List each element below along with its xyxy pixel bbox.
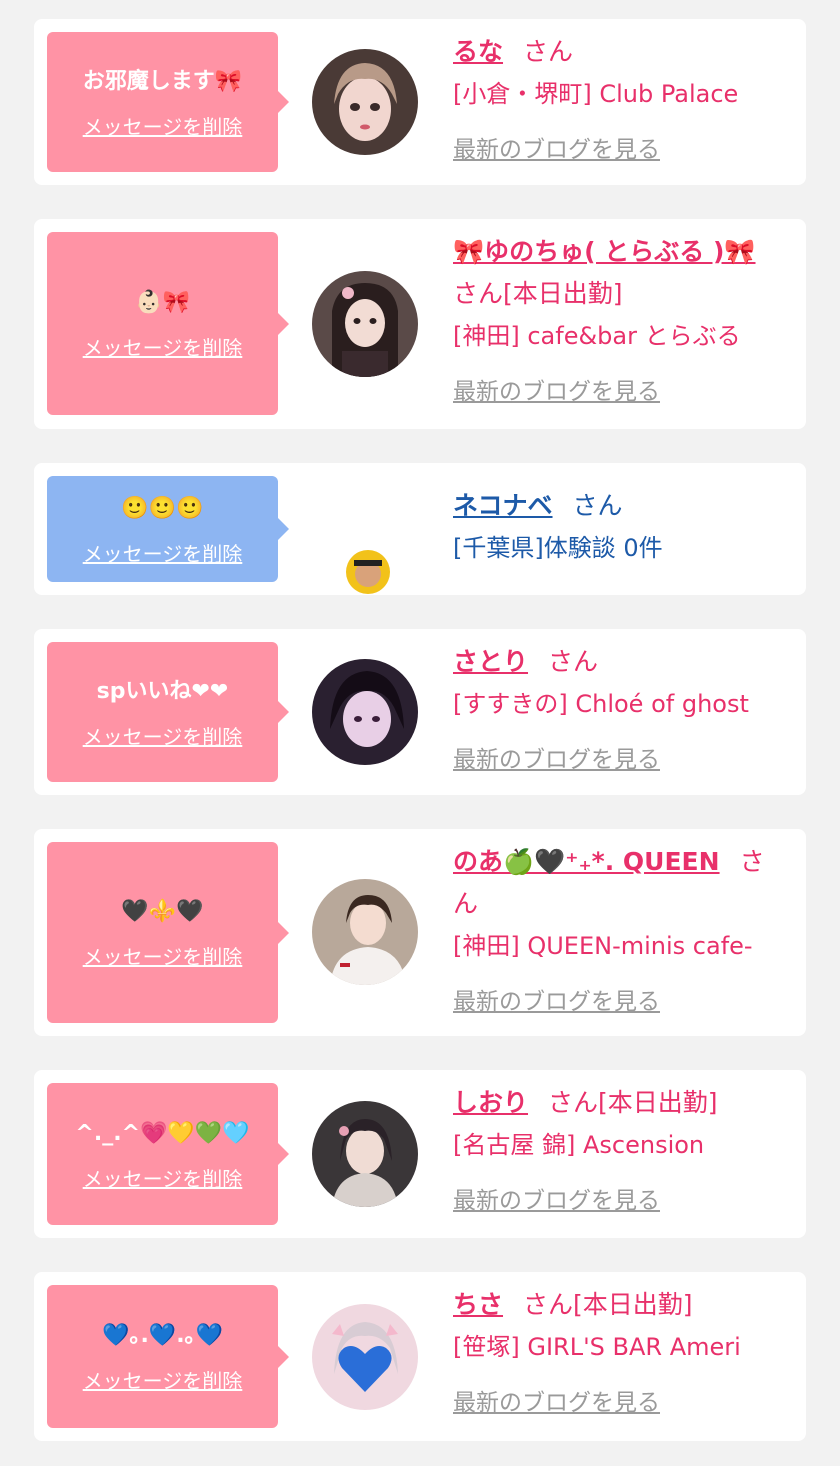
delete-message-link[interactable]: メッセージを削除 — [83, 941, 243, 970]
message-card: 💙｡.💙.｡💙 メッセージを削除 ちさ さん[本日出勤] [笹塚] GIRL'S … — [34, 1272, 806, 1441]
avatar-photo — [312, 659, 418, 765]
message-card: 🙂🙂🙂 メッセージを削除 ネコナベ さん [千葉県]体験談 0件 — [34, 463, 806, 595]
message-bubble: お邪魔します🎀 メッセージを削除 — [47, 32, 289, 172]
profile-name-link[interactable]: るな — [453, 37, 503, 66]
message-bubble: 🖤⚜️🖤 メッセージを削除 — [47, 842, 289, 1023]
profile-info: さとり さん [すすきの] Chloé of ghost 最新のブログを見る — [453, 641, 782, 781]
avatar-photo — [312, 271, 418, 377]
delete-message-link[interactable]: メッセージを削除 — [83, 111, 243, 140]
message-text: spいいね❤❤ — [96, 678, 229, 704]
status-badge: [本日出勤] — [598, 1088, 718, 1117]
profile-name-link[interactable]: 🎀ゆのちゅ( とらぶる )🎀 — [453, 237, 756, 266]
name-line: ネコナベ さん — [453, 485, 782, 527]
avatar-photo — [312, 1304, 418, 1410]
avatar-photo — [312, 879, 418, 985]
avatar[interactable] — [312, 49, 418, 155]
shop-info: [千葉県]体験談 0件 — [453, 534, 663, 562]
profile-info: のあ🍏🖤⁺₊*. QUEEN さん [神田] QUEEN-minis cafe- … — [453, 841, 782, 1023]
honorific: さん — [523, 37, 574, 66]
latest-blog-link[interactable]: 最新のブログを見る — [453, 371, 660, 413]
message-text: 💙｡.💙.｡💙 — [102, 1323, 223, 1348]
message-text: 🖤⚜️🖤 — [121, 899, 204, 924]
name-line: しおり さん[本日出勤] — [453, 1082, 782, 1124]
avatar[interactable] — [312, 1304, 418, 1410]
shop-info: [笹塚] GIRL'S BAR Ameri — [453, 1333, 741, 1361]
avatar[interactable] — [312, 271, 418, 377]
avatar[interactable] — [312, 879, 418, 985]
profile-info: るな さん [小倉・堺町] Club Palace 最新のブログを見る — [453, 31, 782, 171]
delete-message-link[interactable]: メッセージを削除 — [83, 538, 243, 567]
message-text: お邪魔します🎀 — [82, 68, 243, 94]
profile-info: 🎀ゆのちゅ( とらぶる )🎀 さん[本日出勤] [神田] cafe&bar とらぶ… — [453, 231, 782, 413]
honorific: さん — [453, 279, 504, 308]
message-text: 👶🏻🎀 — [135, 290, 190, 315]
name-line: るな さん — [453, 31, 782, 73]
message-card: spいいね❤❤ メッセージを削除 さとり さん [すすきの] Chloé of g… — [34, 629, 806, 795]
message-bubble: 👶🏻🎀 メッセージを削除 — [47, 232, 289, 415]
message-bubble: 💙｡.💙.｡💙 メッセージを削除 — [47, 1285, 289, 1428]
avatar-photo — [312, 1101, 418, 1207]
avatar[interactable] — [346, 550, 390, 594]
message-text: 🙂🙂🙂 — [121, 495, 204, 521]
avatar-photo — [346, 550, 390, 594]
latest-blog-link[interactable]: 最新のブログを見る — [453, 1180, 660, 1222]
honorific: さん — [572, 491, 623, 520]
honorific: さん — [548, 1088, 599, 1117]
profile-name-link[interactable]: さとり — [453, 647, 528, 676]
delete-message-link[interactable]: メッセージを削除 — [83, 721, 243, 750]
honorific: さん — [548, 647, 599, 676]
avatar[interactable] — [312, 1101, 418, 1207]
profile-info: しおり さん[本日出勤] [名古屋 錦] Ascension 最新のブログを見る — [453, 1082, 782, 1222]
status-badge: [本日出勤] — [503, 279, 623, 308]
name-line: のあ🍏🖤⁺₊*. QUEEN さん — [453, 841, 782, 925]
message-text: ^._.^💗💛💚🩵 — [75, 1120, 250, 1146]
latest-blog-link[interactable]: 最新のブログを見る — [453, 981, 660, 1023]
honorific: さん — [523, 1290, 574, 1319]
latest-blog-link[interactable]: 最新のブログを見る — [453, 129, 660, 171]
avatar[interactable] — [312, 659, 418, 765]
shop-info: [神田] cafe&bar とらぶる — [453, 322, 741, 350]
message-bubble: spいいね❤❤ メッセージを削除 — [47, 642, 289, 782]
delete-message-link[interactable]: メッセージを削除 — [83, 332, 243, 361]
shop-info: [小倉・堺町] Club Palace — [453, 80, 739, 108]
message-card: 👶🏻🎀 メッセージを削除 🎀ゆのちゅ( とらぶる )🎀 さん[本日出勤] [神田]… — [34, 219, 806, 429]
message-card: ^._.^💗💛💚🩵 メッセージを削除 しおり さん[本日出勤] [名古屋 錦] A… — [34, 1070, 806, 1238]
profile-name-link[interactable]: のあ🍏🖤⁺₊*. QUEEN — [453, 847, 720, 876]
latest-blog-link[interactable]: 最新のブログを見る — [453, 1382, 660, 1424]
delete-message-link[interactable]: メッセージを削除 — [83, 1365, 243, 1394]
name-line: さとり さん — [453, 641, 782, 683]
message-bubble: ^._.^💗💛💚🩵 メッセージを削除 — [47, 1083, 289, 1225]
status-badge: [本日出勤] — [573, 1290, 693, 1319]
profile-info: ちさ さん[本日出勤] [笹塚] GIRL'S BAR Ameri 最新のブログを… — [453, 1284, 782, 1424]
avatar-photo — [312, 49, 418, 155]
shop-info: [神田] QUEEN-minis cafe- — [453, 932, 753, 960]
delete-message-link[interactable]: メッセージを削除 — [83, 1163, 243, 1192]
profile-name-link[interactable]: ちさ — [453, 1290, 503, 1319]
name-line: 🎀ゆのちゅ( とらぶる )🎀 さん[本日出勤] — [453, 231, 782, 315]
shop-info: [名古屋 錦] Ascension — [453, 1131, 705, 1159]
message-card: 🖤⚜️🖤 メッセージを削除 のあ🍏🖤⁺₊*. QUEEN さん [神田] QUEE… — [34, 829, 806, 1036]
profile-name-link[interactable]: ネコナベ — [453, 491, 553, 520]
message-card: お邪魔します🎀 メッセージを削除 るな さん [小倉・堺町] Club Palac… — [34, 19, 806, 185]
message-bubble: 🙂🙂🙂 メッセージを削除 — [47, 476, 289, 582]
profile-info: ネコナベ さん [千葉県]体験談 0件 — [453, 485, 782, 569]
latest-blog-link[interactable]: 最新のブログを見る — [453, 739, 660, 781]
profile-name-link[interactable]: しおり — [453, 1088, 528, 1117]
name-line: ちさ さん[本日出勤] — [453, 1284, 782, 1326]
message-list: お邪魔します🎀 メッセージを削除 るな さん [小倉・堺町] Club Palac… — [0, 0, 840, 1441]
shop-info: [すすきの] Chloé of ghost — [453, 690, 749, 718]
